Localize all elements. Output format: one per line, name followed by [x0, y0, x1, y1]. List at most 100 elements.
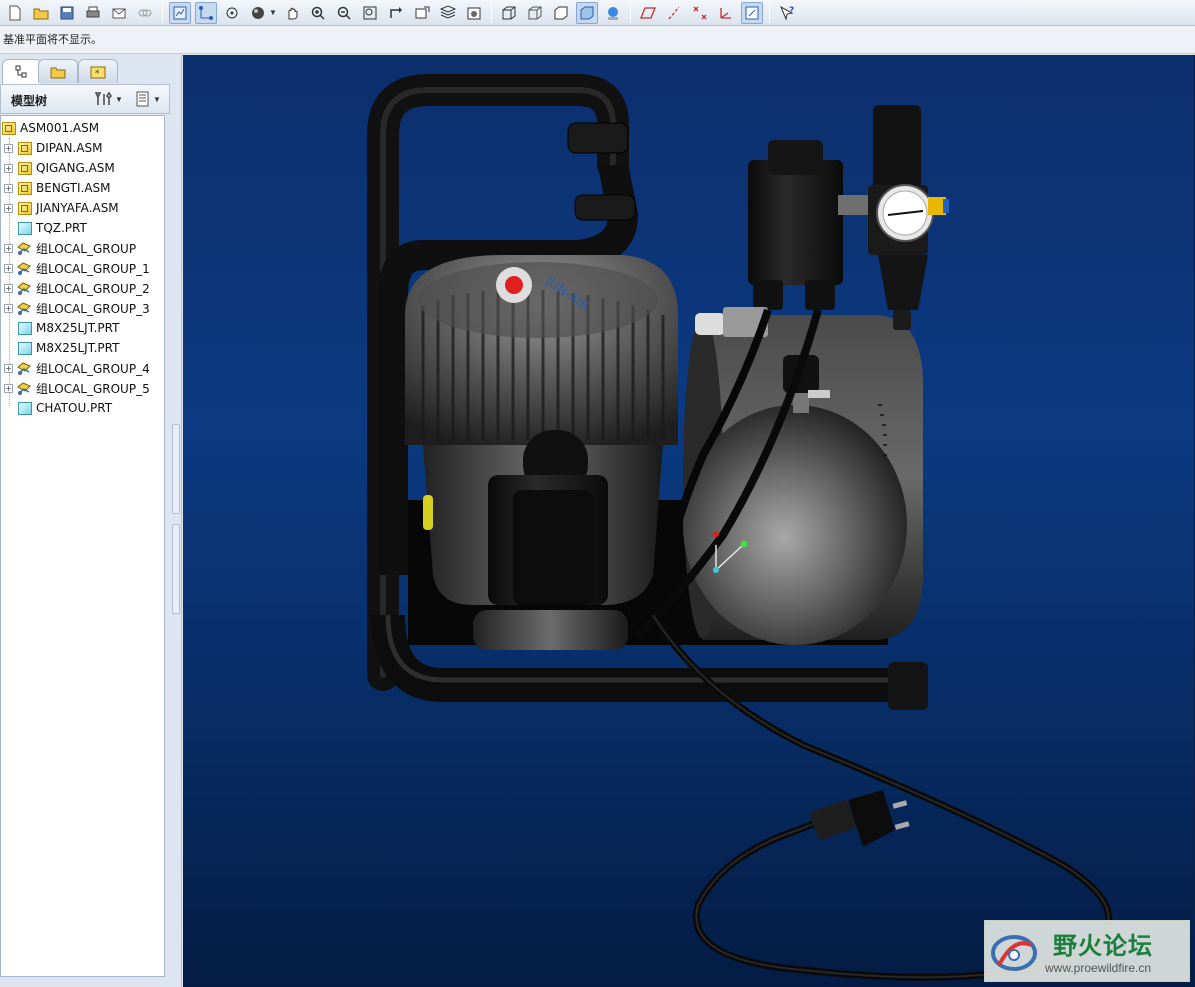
no-hidden-icon[interactable] — [550, 2, 572, 24]
tree-item[interactable]: CHATOU.PRT — [1, 398, 164, 418]
tree-item-label: DIPAN.ASM — [36, 141, 103, 155]
watermark-url: www.proewildfire.cn — [1045, 961, 1152, 975]
pressure-switch[interactable] — [748, 160, 843, 285]
graphics-viewport[interactable]: JUN-AIR — [183, 55, 1195, 987]
tree-item[interactable]: + 组LOCAL_GROUP_4 — [1, 358, 164, 378]
air-compressor-model[interactable]: JUN-AIR — [183, 55, 1195, 987]
panel-splitter[interactable] — [172, 424, 180, 514]
print-icon[interactable] — [82, 2, 104, 24]
expand-toggle[interactable]: + — [4, 283, 13, 293]
group-icon — [17, 242, 31, 255]
expand-toggle[interactable]: + — [4, 303, 13, 313]
forum-watermark: 野火论坛 www.proewildfire.cn — [984, 920, 1190, 982]
annotations-icon[interactable] — [740, 1, 763, 24]
tree-show-button[interactable]: ▼ — [135, 90, 161, 108]
group-icon — [17, 362, 31, 375]
group-icon — [17, 262, 31, 275]
toolbar-separator — [162, 2, 163, 23]
tree-item-label: 组LOCAL_GROUP_3 — [36, 301, 150, 316]
tree-item-label: BENGTI.ASM — [36, 181, 111, 195]
link-icon[interactable] — [134, 2, 156, 24]
proe-window: ▼ ? 基准平面将不显示。 * 模型树 ▼ ▼ ASM001.ASM + DIP… — [0, 0, 1195, 987]
view-manager-icon[interactable] — [463, 2, 485, 24]
tube-clamp[interactable] — [567, 122, 629, 154]
open-folder-icon[interactable] — [30, 2, 52, 24]
tree-item[interactable]: + 组LOCAL_GROUP_3 — [1, 298, 164, 318]
tree-settings-button[interactable]: ▼ — [95, 90, 123, 108]
filter-bowl[interactable] — [878, 255, 928, 310]
tank-fitting[interactable] — [695, 313, 725, 335]
manifold[interactable] — [838, 195, 873, 215]
model-tree: ASM001.ASM + DIPAN.ASM + QIGANG.ASM + BENGTI.A… — [0, 115, 165, 977]
hidden-line-icon[interactable] — [524, 2, 546, 24]
shading-sphere-icon[interactable] — [247, 2, 269, 24]
regulator-knob[interactable] — [873, 105, 921, 190]
datum-planes-icon[interactable] — [637, 2, 659, 24]
svg-text:?: ? — [789, 6, 794, 16]
power-plug[interactable] — [809, 790, 910, 847]
expand-toggle[interactable]: + — [4, 203, 13, 213]
coordinate-systems-icon[interactable] — [715, 2, 737, 24]
tree-item[interactable]: + BENGTI.ASM — [1, 178, 164, 198]
pan-hand-icon[interactable] — [281, 2, 303, 24]
model-tree-tab[interactable] — [2, 59, 42, 84]
tree-item[interactable]: ASM001.ASM — [1, 118, 164, 138]
spin-center-icon[interactable] — [195, 1, 217, 24]
panel-splitter[interactable] — [172, 524, 180, 614]
zoom-in-icon[interactable] — [307, 2, 329, 24]
yellow-plug[interactable] — [423, 495, 433, 530]
message-area: 基准平面将不显示。 — [0, 26, 1195, 54]
tree-item[interactable]: + 组LOCAL_GROUP_1 — [1, 258, 164, 278]
assembly-icon — [2, 121, 16, 135]
tree-item-label: JIANYAFA.ASM — [36, 201, 119, 215]
expand-toggle[interactable]: + — [4, 363, 13, 373]
tank-end-cap[interactable] — [683, 405, 907, 645]
tree-item[interactable]: M8X25LJT.PRT — [1, 318, 164, 338]
tree-item[interactable]: + 组LOCAL_GROUP_5 — [1, 378, 164, 398]
zoom-out-icon[interactable] — [333, 2, 355, 24]
tree-item[interactable]: + 组LOCAL_GROUP — [1, 238, 164, 258]
save-icon[interactable] — [56, 2, 78, 24]
tree-item[interactable]: + 组LOCAL_GROUP_2 — [1, 278, 164, 298]
switch-knob[interactable] — [768, 140, 823, 175]
saved-views-icon[interactable] — [411, 2, 433, 24]
frame-end-cap[interactable] — [888, 662, 928, 710]
favorites-tab[interactable]: * — [78, 59, 118, 83]
expand-toggle[interactable]: + — [4, 163, 13, 173]
reorient-icon[interactable] — [385, 2, 407, 24]
expand-toggle[interactable]: + — [4, 143, 13, 153]
forum-logo-icon — [991, 935, 1037, 971]
shaded-icon[interactable] — [575, 1, 598, 24]
tree-item[interactable]: + DIPAN.ASM — [1, 138, 164, 158]
datum-points-icon[interactable] — [689, 2, 711, 24]
tree-item-label: 组LOCAL_GROUP_1 — [36, 261, 150, 276]
tube-clamp[interactable] — [574, 194, 636, 221]
datum-axes-icon[interactable] — [663, 2, 685, 24]
refit-icon[interactable] — [359, 2, 381, 24]
tree-item-label: ASM001.ASM — [20, 121, 100, 135]
tree-item[interactable]: M8X25LJT.PRT — [1, 338, 164, 358]
folder-browser-tab[interactable] — [38, 59, 78, 83]
bottom-cylinder[interactable] — [473, 610, 628, 650]
send-mail-icon[interactable] — [108, 2, 130, 24]
shading-dropdown-icon[interactable]: ▼ — [269, 8, 277, 17]
orient-icon[interactable] — [221, 2, 243, 24]
regenerate-icon[interactable] — [169, 1, 191, 24]
appearance-icon[interactable] — [602, 2, 624, 24]
context-help-icon[interactable]: ? — [776, 2, 798, 24]
expand-toggle[interactable]: + — [4, 183, 13, 193]
tree-item[interactable]: TQZ.PRT — [1, 218, 164, 238]
tree-item-label: 组LOCAL_GROUP — [36, 241, 137, 256]
expand-toggle[interactable]: + — [4, 383, 13, 393]
wireframe-icon[interactable] — [498, 2, 520, 24]
layers-icon[interactable] — [437, 2, 459, 24]
tree-item[interactable]: + JIANYAFA.ASM — [1, 198, 164, 218]
group-icon — [17, 302, 31, 315]
navigator-tabs: * — [0, 56, 182, 84]
model-tree-header: 模型树 ▼ ▼ — [0, 84, 170, 114]
new-file-icon[interactable] — [4, 2, 26, 24]
expand-toggle[interactable]: + — [4, 243, 13, 253]
tree-item[interactable]: + QIGANG.ASM — [1, 158, 164, 178]
expand-toggle[interactable]: + — [4, 263, 13, 273]
tools-icon — [95, 91, 112, 105]
